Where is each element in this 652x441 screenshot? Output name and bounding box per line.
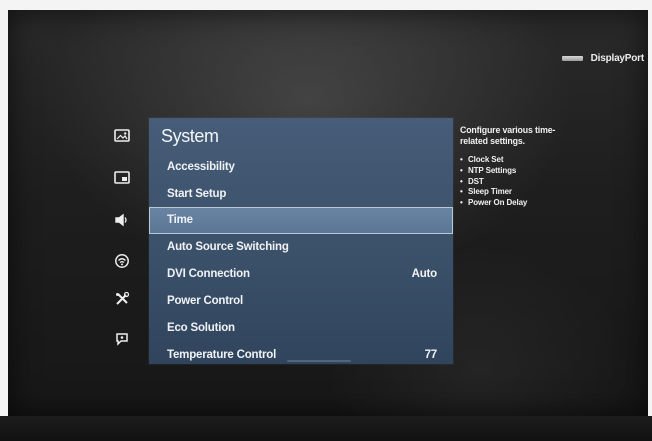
menu-item-label: Auto Source Switching — [167, 241, 289, 253]
description-list: Clock Set NTP Settings DST Sleep Timer P… — [460, 155, 578, 209]
support-icon — [116, 333, 128, 346]
menu-item-start-setup[interactable]: Start Setup — [149, 181, 453, 208]
menu-item-label: Eco Solution — [167, 322, 235, 334]
menu-title: System — [161, 126, 219, 146]
description-item-sleep-timer: Sleep Timer — [460, 187, 578, 198]
network-icon — [115, 254, 129, 268]
description-item-clock-set: Clock Set — [460, 155, 578, 166]
source-indicator: DisplayPort — [561, 53, 645, 64]
menu-item-label: Accessibility — [167, 161, 235, 173]
menu-item-power-control[interactable]: Power Control — [149, 288, 453, 315]
tools-icon — [116, 291, 130, 305]
description-item-power-on-delay: Power On Delay — [460, 198, 578, 209]
category-sound[interactable] — [106, 212, 138, 242]
menu-item-time[interactable]: Time — [149, 207, 453, 234]
description-item-ntp-settings: NTP Settings — [460, 166, 578, 177]
picture-in-picture-icon — [114, 171, 130, 184]
category-picture[interactable] — [106, 128, 138, 158]
menu-item-dvi-connection[interactable]: DVI Connection Auto — [149, 261, 453, 288]
time-description-panel: Configure various time-related settings.… — [460, 125, 578, 209]
source-label: DisplayPort — [590, 53, 645, 64]
menu-item-label: DVI Connection — [167, 268, 250, 280]
category-picture-in-picture[interactable] — [106, 170, 138, 200]
screen: DisplayPort System Accessibility Start S… — [8, 10, 648, 416]
picture-icon — [114, 129, 130, 142]
displayport-connector-icon — [561, 56, 583, 61]
menu-item-value: 77 — [424, 349, 438, 361]
menu-item-auto-source-switching[interactable]: Auto Source Switching — [149, 234, 453, 261]
category-support[interactable] — [106, 330, 138, 360]
description-item-dst: DST — [460, 177, 578, 188]
menu-item-label: Time — [167, 214, 193, 226]
menu-item-label: Start Setup — [167, 188, 227, 200]
menu-item-value: Auto — [411, 268, 438, 280]
menu-item-eco-solution[interactable]: Eco Solution — [149, 315, 453, 342]
monitor-bezel — [0, 416, 652, 441]
category-tools[interactable] — [106, 290, 138, 320]
category-network[interactable] — [106, 252, 138, 282]
description-text: Configure various time-related settings. — [460, 125, 556, 146]
menu-item-label: Power Control — [167, 295, 243, 307]
menu-item-accessibility[interactable]: Accessibility — [149, 154, 453, 181]
system-menu-panel: System Accessibility Start Setup Time Au… — [149, 118, 453, 364]
sound-icon — [115, 213, 127, 227]
scroll-indicator — [287, 360, 351, 362]
menu-item-label: Temperature Control — [167, 349, 277, 361]
